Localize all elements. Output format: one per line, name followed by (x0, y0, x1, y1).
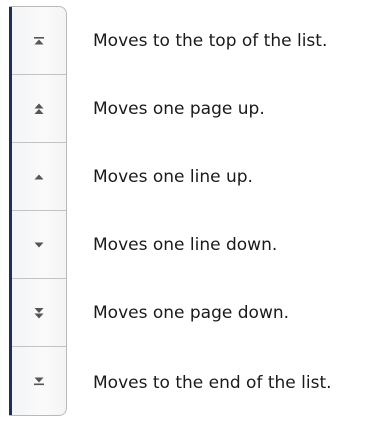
move-to-end-button[interactable] (12, 347, 66, 415)
page-down-description: Moves one page down. (93, 303, 290, 323)
line-down-button[interactable] (12, 211, 66, 279)
page-up-description: Moves one page up. (93, 99, 265, 119)
move-to-end-description: Moves to the end of the list. (93, 373, 332, 393)
page-up-button[interactable] (12, 75, 66, 143)
page-up-icon (34, 103, 44, 114)
move-to-top-description: Moves to the top of the list. (93, 31, 328, 51)
line-down-description: Moves one line down. (93, 235, 278, 255)
first-page-icon (34, 36, 44, 44)
line-up-icon (34, 174, 44, 179)
line-up-description: Moves one line up. (93, 167, 253, 187)
page-down-button[interactable] (12, 279, 66, 347)
last-page-icon (34, 377, 44, 386)
list-navigation-strip (9, 6, 67, 416)
page-down-icon (34, 307, 44, 318)
move-to-top-button[interactable] (12, 7, 66, 75)
line-up-button[interactable] (12, 143, 66, 211)
line-down-icon (34, 242, 44, 247)
